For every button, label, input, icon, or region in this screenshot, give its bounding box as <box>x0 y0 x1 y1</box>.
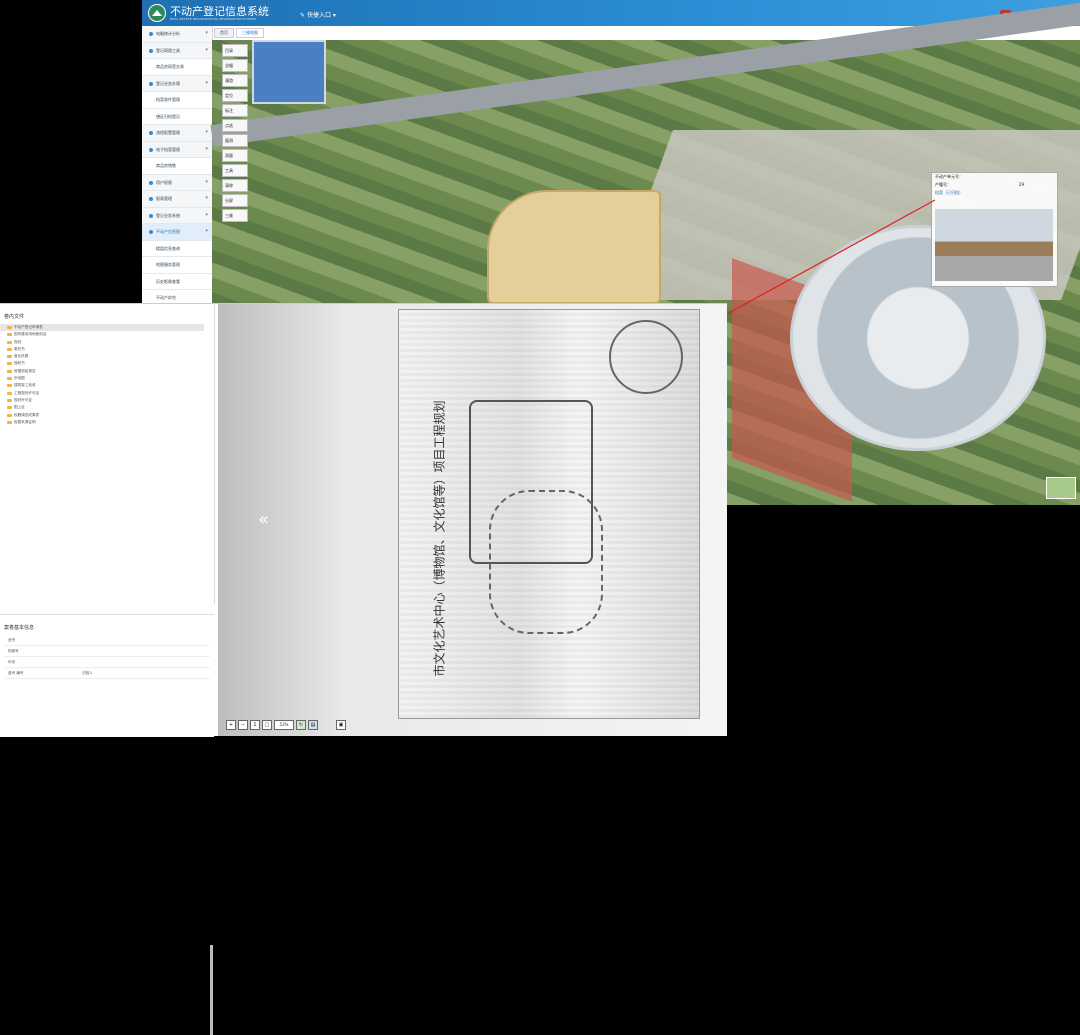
zoom-level[interactable]: 53% <box>274 720 294 730</box>
info-value <box>78 635 122 645</box>
info-row: 年份 <box>4 657 210 668</box>
file-list-item[interactable]: 授权书 <box>0 360 214 367</box>
file-list-item[interactable]: 规划许可证 <box>0 397 214 404</box>
info-rows: 全宗档案号年份盒号 编号 归档人 <box>0 635 214 679</box>
file-list-item[interactable]: 委托书 <box>0 346 214 353</box>
file-list-item[interactable]: 工程规划许可证 <box>0 390 214 397</box>
info-value <box>78 657 122 667</box>
print-icon[interactable]: ▣ <box>336 720 346 730</box>
site-plan-shape <box>489 490 603 634</box>
info-title: 案卷基本信息 <box>4 625 35 631</box>
info-label: 全宗 <box>8 638 16 642</box>
info-value: 归档人 <box>82 671 93 675</box>
info-value <box>78 646 122 656</box>
zoom-toolbar: + − 1 □ 53% ↻ ▤ ▣ <box>226 720 346 730</box>
actual-size-button[interactable]: 1 <box>250 720 260 730</box>
file-list-item[interactable]: 建筑竣工验收 <box>0 382 214 389</box>
zoom-out-button[interactable]: − <box>238 720 248 730</box>
document-viewer[interactable]: « 市文化艺术中心（博物馆、文化馆等）项目工程规划 + − 1 □ 53% ↻ … <box>218 304 727 736</box>
scrollbar[interactable] <box>210 945 213 1035</box>
file-list-title: 卷内文件 <box>4 314 25 320</box>
scan-caption: 市文化艺术中心（博物馆、文化馆等）项目工程规划 <box>432 400 447 677</box>
archive-info-panel: 案卷基本信息 全宗档案号年份盒号 编号 归档人 <box>0 614 214 1035</box>
scanned-site-plan: 市文化艺术中心（博物馆、文化馆等）项目工程规划 <box>398 309 700 719</box>
zoom-in-button[interactable]: + <box>226 720 236 730</box>
file-list-item[interactable]: 权属来源证明 <box>0 419 214 426</box>
prev-page-button[interactable]: « <box>258 509 269 530</box>
file-list-item[interactable]: 权籍调查成果表 <box>0 412 214 419</box>
file-list-item[interactable]: 房屋测绘报告 <box>0 368 214 375</box>
page-icon[interactable]: ▤ <box>308 720 318 730</box>
file-list-item[interactable]: 规划 <box>0 339 214 346</box>
file-list-item[interactable]: 营业执照 <box>0 353 214 360</box>
info-label: 盒号 编号 <box>8 671 24 675</box>
file-list-item[interactable]: 不动产登记申请表 <box>0 324 204 332</box>
file-list-panel: 卷内文件 不动产登记申请表 国有建设用地使用证 规划 委托书 营业执照 授权书 房屋测绘报告… <box>0 304 215 604</box>
file-list-item[interactable]: 宗地图 <box>0 375 214 382</box>
info-label: 年份 <box>8 660 16 664</box>
info-label: 档案号 <box>8 649 19 653</box>
info-row: 全宗 <box>4 635 210 646</box>
info-row: 盒号 编号 归档人 <box>4 668 210 679</box>
rotate-icon[interactable]: ↻ <box>296 720 306 730</box>
archive-viewer-window: 卷内文件 不动产登记申请表 国有建设用地使用证 规划 委托书 营业执照 授权书 房屋测绘报告… <box>0 303 727 1035</box>
site-plan-shape <box>609 320 683 394</box>
fit-page-button[interactable]: □ <box>262 720 272 730</box>
info-row: 档案号 <box>4 646 210 657</box>
file-list-item[interactable]: 国有建设用地使用证 <box>0 331 214 338</box>
file-list-item[interactable]: 图上证 <box>0 404 214 411</box>
file-list: 不动产登记申请表 国有建设用地使用证 规划 委托书 营业执照 授权书 房屋测绘报告 宗地图 建筑… <box>0 324 214 426</box>
